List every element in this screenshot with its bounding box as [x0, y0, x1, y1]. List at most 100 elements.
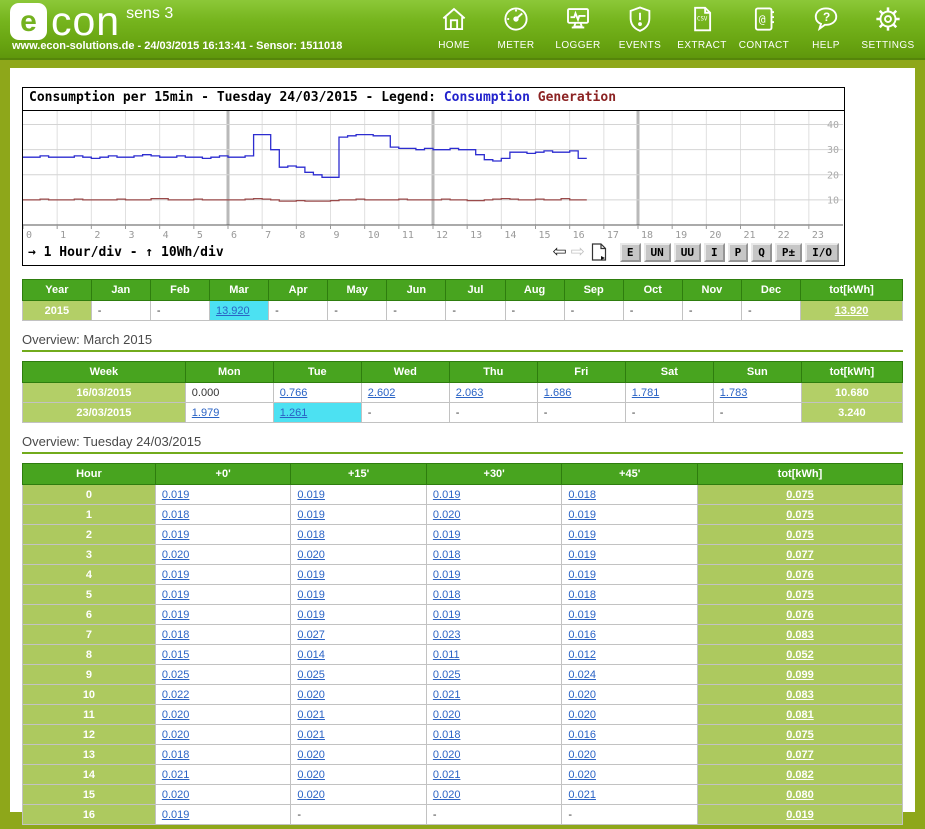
value-link[interactable]: 0.025: [162, 669, 190, 681]
value-link[interactable]: 0.075: [786, 509, 814, 521]
value-link[interactable]: 0.020: [568, 689, 596, 701]
value-link[interactable]: 0.020: [162, 549, 190, 561]
value-link[interactable]: 0.020: [433, 789, 461, 801]
value-link[interactable]: 0.016: [568, 729, 596, 741]
value-link[interactable]: 0.020: [568, 749, 596, 761]
value-link[interactable]: 0.075: [786, 729, 814, 741]
value-link[interactable]: 1.261: [280, 407, 308, 419]
value-link[interactable]: 0.020: [568, 709, 596, 721]
value-link[interactable]: 0.022: [162, 689, 190, 701]
nav-item-settings[interactable]: SETTINGS: [857, 4, 919, 51]
value-link[interactable]: 0.012: [568, 649, 596, 661]
value-link[interactable]: 0.020: [433, 709, 461, 721]
nav-item-home[interactable]: HOME: [423, 4, 485, 51]
value-link[interactable]: 2.602: [368, 387, 396, 399]
chart-mode-button-Q[interactable]: Q: [751, 243, 772, 262]
value-link[interactable]: 0.019: [433, 569, 461, 581]
value-link[interactable]: 0.021: [162, 769, 190, 781]
chart-mode-button-UU[interactable]: UU: [674, 243, 701, 262]
value-link[interactable]: 0.083: [786, 689, 814, 701]
value-link[interactable]: 0.019: [297, 609, 325, 621]
value-link[interactable]: 0.020: [297, 769, 325, 781]
value-link[interactable]: 0.052: [786, 649, 814, 661]
value-link[interactable]: 0.018: [568, 589, 596, 601]
value-link[interactable]: 0.075: [786, 589, 814, 601]
value-link[interactable]: 0.018: [297, 529, 325, 541]
value-link[interactable]: 0.075: [786, 529, 814, 541]
value-link[interactable]: 1.781: [632, 387, 660, 399]
next-day-button[interactable]: ⇨: [571, 244, 585, 261]
value-link[interactable]: 1.686: [544, 387, 572, 399]
value-link[interactable]: 0.076: [786, 609, 814, 621]
chart-mode-button-E[interactable]: E: [620, 243, 641, 262]
value-link[interactable]: 0.019: [433, 609, 461, 621]
value-link[interactable]: 1.979: [192, 407, 220, 419]
chart-mode-button-IO[interactable]: I/O: [805, 243, 839, 262]
value-link[interactable]: 0.076: [786, 569, 814, 581]
value-link[interactable]: 0.020: [433, 509, 461, 521]
value-link[interactable]: 0.083: [786, 629, 814, 641]
value-link[interactable]: 0.019: [162, 809, 190, 821]
value-link[interactable]: 0.018: [433, 729, 461, 741]
value-link[interactable]: 0.020: [297, 789, 325, 801]
value-link[interactable]: 0.080: [786, 789, 814, 801]
value-link[interactable]: 0.018: [568, 489, 596, 501]
value-link[interactable]: 13.920: [216, 305, 250, 317]
value-link[interactable]: 0.020: [297, 749, 325, 761]
chart-mode-button-P[interactable]: P±: [775, 243, 802, 262]
export-page-icon[interactable]: [591, 243, 607, 261]
value-link[interactable]: 0.018: [433, 589, 461, 601]
value-link[interactable]: 0.021: [297, 709, 325, 721]
nav-item-events[interactable]: EVENTS: [609, 4, 671, 51]
value-link[interactable]: 0.075: [786, 489, 814, 501]
value-link[interactable]: 0.077: [786, 549, 814, 561]
value-link[interactable]: 0.019: [568, 609, 596, 621]
value-link[interactable]: 0.077: [786, 749, 814, 761]
value-link[interactable]: 0.019: [297, 489, 325, 501]
value-link[interactable]: 0.019: [297, 569, 325, 581]
nav-item-help[interactable]: ? HELP: [795, 4, 857, 51]
value-link[interactable]: 0.099: [786, 669, 814, 681]
value-link[interactable]: 0.020: [297, 549, 325, 561]
chart-mode-button-P[interactable]: P: [728, 243, 749, 262]
value-link[interactable]: 0.018: [162, 749, 190, 761]
value-link[interactable]: 0.021: [297, 729, 325, 741]
value-link[interactable]: 0.020: [568, 769, 596, 781]
value-link[interactable]: 13.920: [835, 305, 869, 317]
value-link[interactable]: 0.021: [433, 769, 461, 781]
value-link[interactable]: 0.019: [786, 809, 814, 821]
nav-item-logger[interactable]: LOGGER: [547, 4, 609, 51]
value-link[interactable]: 0.014: [297, 649, 325, 661]
value-link[interactable]: 0.027: [297, 629, 325, 641]
value-link[interactable]: 0.011: [433, 649, 460, 661]
value-link[interactable]: 0.019: [162, 489, 190, 501]
value-link[interactable]: 0.019: [162, 529, 190, 541]
chart-mode-button-I[interactable]: I: [704, 243, 725, 262]
value-link[interactable]: 0.016: [568, 629, 596, 641]
value-link[interactable]: 0.019: [162, 589, 190, 601]
value-link[interactable]: 0.082: [786, 769, 814, 781]
value-link[interactable]: 0.019: [568, 529, 596, 541]
nav-item-meter[interactable]: METER: [485, 4, 547, 51]
value-link[interactable]: 0.018: [433, 549, 461, 561]
nav-item-contact[interactable]: @ CONTACT: [733, 4, 795, 51]
value-link[interactable]: 0.020: [297, 689, 325, 701]
value-link[interactable]: 0.015: [162, 649, 190, 661]
value-link[interactable]: 2.063: [456, 387, 484, 399]
value-link[interactable]: 0.023: [433, 629, 461, 641]
value-link[interactable]: 0.019: [162, 569, 190, 581]
prev-day-button[interactable]: ⇦: [552, 244, 566, 261]
nav-item-extract[interactable]: CSV EXTRACT: [671, 4, 733, 51]
value-link[interactable]: 0.019: [162, 609, 190, 621]
value-link[interactable]: 0.081: [786, 709, 814, 721]
value-link[interactable]: 0.024: [568, 669, 596, 681]
value-link[interactable]: 0.019: [568, 569, 596, 581]
value-link[interactable]: 1.783: [720, 387, 748, 399]
value-link[interactable]: 0.020: [162, 729, 190, 741]
value-link[interactable]: 0.019: [568, 509, 596, 521]
value-link[interactable]: 0.766: [280, 387, 308, 399]
value-link[interactable]: 0.019: [568, 549, 596, 561]
value-link[interactable]: 0.019: [433, 529, 461, 541]
value-link[interactable]: 0.025: [433, 669, 461, 681]
value-link[interactable]: 0.019: [297, 509, 325, 521]
